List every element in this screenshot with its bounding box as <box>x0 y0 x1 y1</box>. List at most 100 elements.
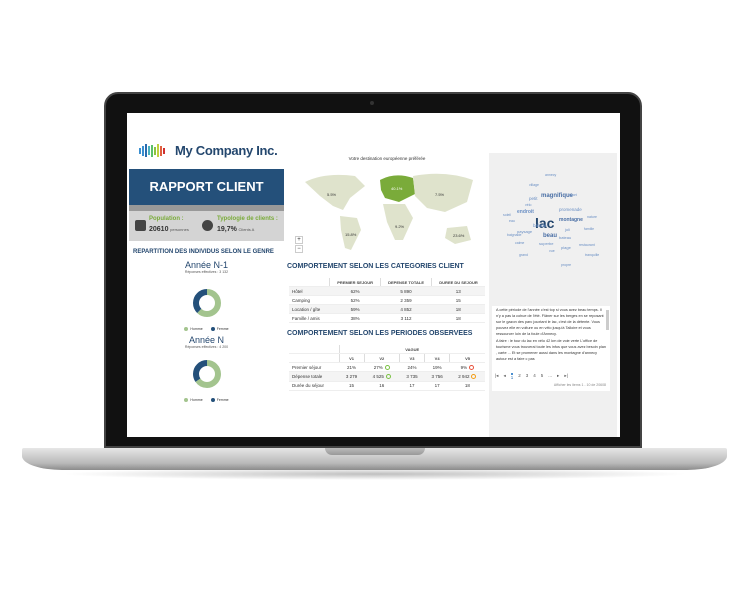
company-logo: My Company Inc. <box>139 143 278 158</box>
comments-list[interactable]: A cette période de l'année c'est top si … <box>492 306 610 369</box>
zoom-out-button[interactable]: − <box>295 245 303 253</box>
column-header: DUREE DU SEJOUR <box>431 278 485 287</box>
page-1[interactable]: 1 <box>510 373 514 380</box>
cloud-word: baignade <box>507 233 522 237</box>
cloud-word: nature <box>587 215 597 219</box>
cloud-word: sport <box>569 193 577 197</box>
map-title: Votre destination européenne préférée <box>348 156 426 161</box>
last-page-button[interactable]: ▸| <box>564 373 567 380</box>
categories-table: PREMIER SEJOUR DEPENSE TOTALE DUREE DU SEJ… <box>289 278 485 323</box>
pager-summary: Afficher les items 1 - 10 de 20608 <box>553 383 606 387</box>
map-label: 7.5% <box>435 192 445 197</box>
column-header: PREMIER SEJOUR <box>329 278 381 287</box>
good-indicator-icon <box>384 364 390 370</box>
cloud-word: plage <box>561 245 571 250</box>
table-row: Premier séjour 21% 27% 24% 19% 9% <box>289 362 485 373</box>
kpi-value: 20610 <box>149 226 169 233</box>
next-page-button[interactable]: ▸ <box>557 373 559 380</box>
kpi-label: Population : <box>149 216 184 222</box>
donut-chart <box>192 289 221 317</box>
legend-homme: Homme <box>184 327 203 332</box>
cloud-word: petit <box>529 196 538 201</box>
logo-icon <box>139 144 165 157</box>
gender-chart-n1: Année N-1 Réponses effectives : 3 132 Ho… <box>129 260 284 332</box>
dashboard-screen: My Company Inc. RAPPORT CLIENT Populatio… <box>127 113 620 437</box>
categories-title: COMPORTEMENT SELON LES CATEGORIES CLIENT <box>287 263 464 270</box>
world-map[interactable]: 5.5% 40.1% 7.5% 15.8% 9.2% 23.6% <box>295 168 490 258</box>
table-row: Camping 52% 2 359 15 <box>289 295 485 305</box>
cloud-word: montagne <box>559 217 583 223</box>
pager: |◂ ◂ 1 2 3 4 5 ... ▸ ▸| Afficher les ite… <box>492 369 610 391</box>
table-row: Famille / amis 38% 3 112 18 <box>289 313 485 323</box>
page-3[interactable]: 3 <box>526 373 529 380</box>
chart-subtitle: Réponses effectives : 4 200 <box>184 345 229 349</box>
bad-indicator-icon <box>469 364 475 370</box>
prev-page-button[interactable]: ◂ <box>503 373 505 380</box>
kpi-unit: personnes <box>170 227 189 232</box>
first-page-button[interactable]: |◂ <box>495 373 498 380</box>
page-2[interactable]: 2 <box>518 373 521 380</box>
cloud-word: grand <box>519 253 528 257</box>
chart-title: Année N-1 <box>184 260 229 270</box>
cloud-word: joli <box>565 227 570 232</box>
word-cloud: lac magnifique montagne beau endroit promenad… <box>489 153 617 298</box>
table-row: Dépense totale 3 279 4 525 3 735 3 756 2 942 <box>289 371 485 382</box>
page-5[interactable]: 5 <box>541 373 544 380</box>
laptop-notch <box>325 448 425 455</box>
periods-table: VAGUE V1 V2 V3 V4 V5 Premier séjour 21% 27% 24%… <box>289 345 485 391</box>
map-label: 23.6% <box>453 233 465 238</box>
map-label: 15.8% <box>345 232 357 237</box>
gender-title: REPARTITION DES INDIVIDUS SELON LE GENRE <box>133 249 274 255</box>
map-label: 40.1% <box>391 186 403 191</box>
gender-chart-n: Année N Réponses effectives : 4 200 Homm… <box>129 335 284 403</box>
cloud-word: endroit <box>517 209 534 215</box>
legend-femme: Femme <box>210 398 229 403</box>
map-africa <box>383 204 413 240</box>
cloud-word: beau <box>543 233 558 239</box>
good-indicator-icon <box>385 374 391 380</box>
wordcloud-panel: lac magnifique montagne beau endroit promenad… <box>489 153 617 437</box>
kpi-label: Typologie de clients : <box>217 216 278 222</box>
cloud-word: bateau <box>559 235 572 240</box>
group-header: VAGUE <box>338 345 485 354</box>
legend-femme: Femme <box>210 327 229 332</box>
page-more[interactable]: ... <box>548 373 552 380</box>
legend-homme: Homme <box>184 398 203 403</box>
column-header: DEPENSE TOTALE <box>380 278 432 287</box>
camera <box>370 101 374 105</box>
globe-icon <box>202 220 213 231</box>
cloud-word: eau <box>509 219 515 223</box>
cloud-word: vue <box>549 249 555 253</box>
cloud-word: vélo <box>525 203 532 207</box>
scrollbar[interactable] <box>606 310 609 330</box>
cloud-word: superbe <box>539 241 554 246</box>
chart-subtitle: Réponses effectives : 3 132 <box>184 270 229 274</box>
cloud-word: soleil <box>503 213 511 217</box>
donut-chart <box>192 360 221 388</box>
cloud-word: famille <box>584 227 595 231</box>
zoom-in-button[interactable]: + <box>295 236 303 244</box>
report-title: RAPPORT CLIENT <box>129 169 284 205</box>
kpi-value: 19,7% <box>217 226 237 233</box>
cloud-word: balade <box>533 223 547 228</box>
company-name: My Company Inc. <box>175 143 278 158</box>
map-label: 5.5% <box>327 192 337 197</box>
cloud-word: tranquille <box>585 253 600 257</box>
periods-title: COMPORTEMENT SELON LES PERIODES OBSERVEE… <box>287 330 473 337</box>
cloud-word: promenade <box>559 207 582 212</box>
kpi-unit: Clients A <box>238 227 255 232</box>
table-row: Location / gîte 59% 4 852 18 <box>289 304 485 314</box>
map-label: 9.2% <box>395 224 405 229</box>
comment: A faire : le tour du lac en vélo 42 km d… <box>496 339 606 361</box>
table-row: Hôtel 62% 5 890 13 <box>289 286 485 296</box>
cloud-word: village <box>529 183 539 187</box>
warn-indicator-icon <box>471 374 477 380</box>
cloud-word: calme <box>515 241 525 245</box>
page-4[interactable]: 4 <box>533 373 536 380</box>
people-icon <box>135 220 146 231</box>
chart-title: Année N <box>188 335 225 345</box>
kpi-panel: Population : 20610 personnes Typologie de… <box>129 211 284 241</box>
table-row: Durée du séjour 15 16 17 17 18 <box>289 381 485 391</box>
cloud-word: annecy <box>545 173 557 177</box>
comment: A cette période de l'année c'est top si … <box>496 308 604 336</box>
